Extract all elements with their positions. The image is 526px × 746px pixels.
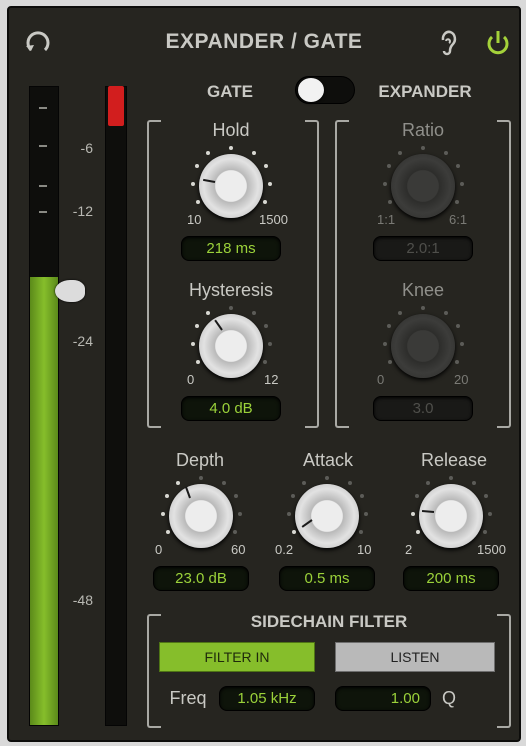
knee-value[interactable]: 3.0 <box>373 396 473 421</box>
release-max-label: 1500 <box>477 542 506 557</box>
hysteresis-max-label: 12 <box>264 372 279 387</box>
scale-label-minus-12: -12 <box>72 203 93 219</box>
knee-min-label: 0 <box>377 372 385 387</box>
hold-value[interactable]: 218 ms <box>181 236 281 261</box>
hold-knob[interactable] <box>199 154 263 218</box>
q-label: Q <box>441 688 456 708</box>
depth-max-label: 60 <box>231 542 246 557</box>
knee-max-label: 20 <box>454 372 469 387</box>
ratio-max-label: 6:1 <box>449 212 468 227</box>
release-value[interactable]: 200 ms <box>403 566 499 591</box>
freq-value[interactable]: 1.05 kHz <box>219 686 315 711</box>
ratio-value[interactable]: 2.0:1 <box>373 236 473 261</box>
release-min-label: 2 <box>405 542 413 557</box>
hold-max-label: 1500 <box>259 212 288 227</box>
mode-label-expander: EXPANDER <box>378 82 472 101</box>
ratio-knob[interactable] <box>391 154 455 218</box>
clip-indicator <box>108 86 124 126</box>
hysteresis-knob[interactable] <box>199 314 263 378</box>
meter-tick <box>39 145 47 147</box>
q-value[interactable]: 1.00 <box>335 686 431 711</box>
expander-group-bracket-right <box>497 120 511 428</box>
release-knob[interactable] <box>419 484 483 548</box>
freq-label: Freq <box>169 688 207 708</box>
sidechain-bracket-right <box>497 614 511 728</box>
scale-label-minus-24: -24 <box>72 333 93 349</box>
gate-group-bracket-right <box>305 120 319 428</box>
expander-group-bracket-left <box>335 120 349 428</box>
hold-label: Hold <box>212 120 250 140</box>
input-level-meter <box>29 86 59 726</box>
ratio-label: Ratio <box>401 120 445 140</box>
sidechain-title: SIDECHAIN FILTER <box>250 612 408 631</box>
hold-min-label: 10 <box>187 212 202 227</box>
mode-toggle[interactable] <box>295 76 355 104</box>
hysteresis-value[interactable]: 4.0 dB <box>181 396 281 421</box>
listen-button[interactable]: LISTEN <box>335 642 495 672</box>
ear-icon[interactable] <box>433 28 463 58</box>
scale-label-minus-6: -6 <box>80 140 93 156</box>
gain-reduction-meter <box>105 86 127 726</box>
meter-tick <box>39 107 47 109</box>
depth-value[interactable]: 23.0 dB <box>153 566 249 591</box>
attack-knob[interactable] <box>295 484 359 548</box>
hysteresis-min-label: 0 <box>187 372 195 387</box>
expander-gate-panel: EXPANDER / GATE -6 -12 -24 -48 GATE EXPA… <box>7 6 521 742</box>
attack-max-label: 10 <box>357 542 372 557</box>
attack-value[interactable]: 0.5 ms <box>279 566 375 591</box>
filter-in-button[interactable]: FILTER IN <box>159 642 315 672</box>
ratio-min-label: 1:1 <box>377 212 396 227</box>
hysteresis-label: Hysteresis <box>188 280 273 300</box>
meter-tick <box>39 211 47 213</box>
depth-min-label: 0 <box>155 542 163 557</box>
attack-label: Attack <box>302 450 354 470</box>
threshold-handle[interactable] <box>55 279 85 302</box>
scale-label-minus-48: -48 <box>72 592 93 608</box>
attack-min-label: 0.2 <box>275 542 294 557</box>
meter-tick <box>39 185 47 187</box>
knee-knob[interactable] <box>391 314 455 378</box>
release-label: Release <box>420 450 488 470</box>
gate-group-bracket-left <box>147 120 161 428</box>
power-icon[interactable] <box>483 28 513 58</box>
knee-label: Knee <box>401 280 445 300</box>
depth-knob[interactable] <box>169 484 233 548</box>
mode-label-gate: GATE <box>207 82 253 101</box>
mode-toggle-thumb[interactable] <box>298 78 324 102</box>
depth-label: Depth <box>175 450 225 470</box>
